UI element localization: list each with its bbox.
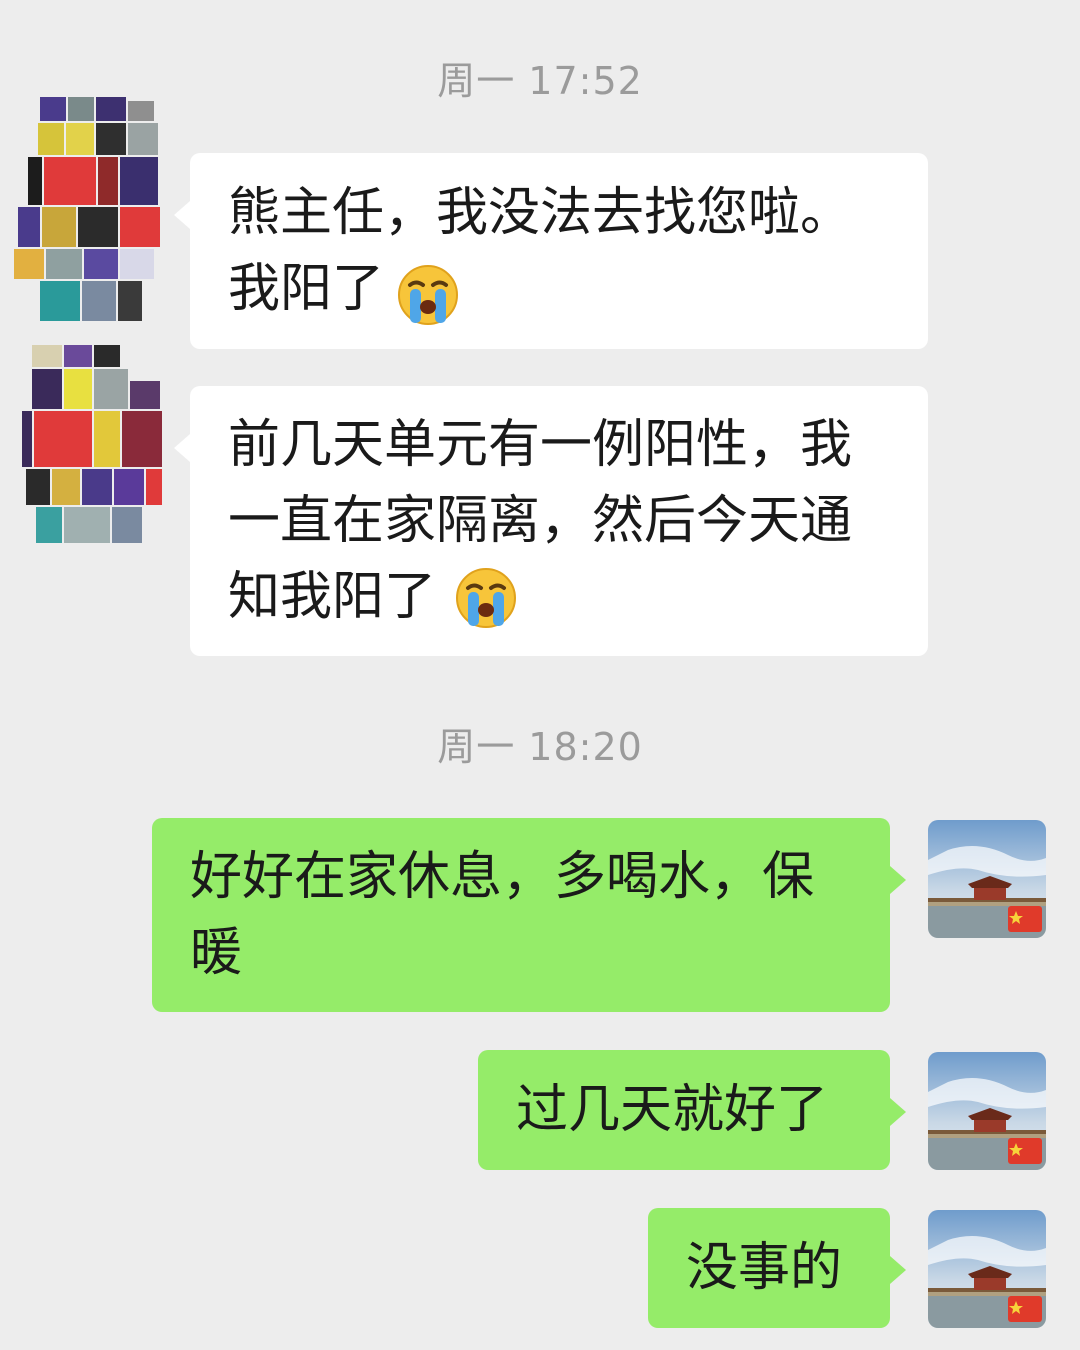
outgoing-message-bubble[interactable]: 过几天就好了 bbox=[478, 1050, 906, 1170]
message-text: 前几天单元有一例阳性，我 一直在家隔离，然后今天通 知我阳了 bbox=[228, 415, 853, 627]
bubble-tail bbox=[890, 1256, 906, 1284]
bubble-tail bbox=[174, 434, 190, 462]
incoming-message-bubble[interactable]: 熊主任，我没法去找您啦。 我阳了 bbox=[174, 153, 928, 349]
timestamp: 周一 18:20 bbox=[437, 725, 643, 769]
message-text: 过几天就好了 bbox=[516, 1080, 829, 1140]
contact-avatar-mosaic-icon[interactable] bbox=[10, 97, 166, 327]
crying-face-icon bbox=[454, 566, 518, 651]
china-flag-icon bbox=[1008, 1138, 1042, 1164]
crying-face-icon bbox=[396, 263, 460, 348]
message-text: 没事的 bbox=[686, 1238, 843, 1298]
contact-avatar-mosaic-icon[interactable] bbox=[18, 345, 168, 545]
bubble-tail bbox=[890, 866, 906, 894]
china-flag-icon bbox=[1008, 906, 1042, 932]
message-text: 熊主任，我没法去找您啦。 我阳了 bbox=[228, 183, 853, 319]
china-flag-icon bbox=[1008, 1296, 1042, 1322]
outgoing-message-bubble[interactable]: 没事的 bbox=[648, 1208, 906, 1328]
bubble-tail bbox=[174, 201, 190, 229]
incoming-message-bubble[interactable]: 前几天单元有一例阳性，我 一直在家隔离，然后今天通 知我阳了 bbox=[174, 386, 928, 656]
message-text: 好好在家休息，多喝水，保 暖 bbox=[190, 847, 815, 983]
bubble-tail bbox=[890, 1098, 906, 1126]
self-avatar-photo-icon[interactable] bbox=[928, 820, 1046, 938]
chat-view: 周一 17:52 熊主任，我没法去找您啦。 我阳了 前几天单元有一例阳性，我 一… bbox=[0, 0, 1080, 1350]
self-avatar-photo-icon[interactable] bbox=[928, 1052, 1046, 1170]
outgoing-message-bubble[interactable]: 好好在家休息，多喝水，保 暖 bbox=[152, 818, 906, 1012]
self-avatar-photo-icon[interactable] bbox=[928, 1210, 1046, 1328]
